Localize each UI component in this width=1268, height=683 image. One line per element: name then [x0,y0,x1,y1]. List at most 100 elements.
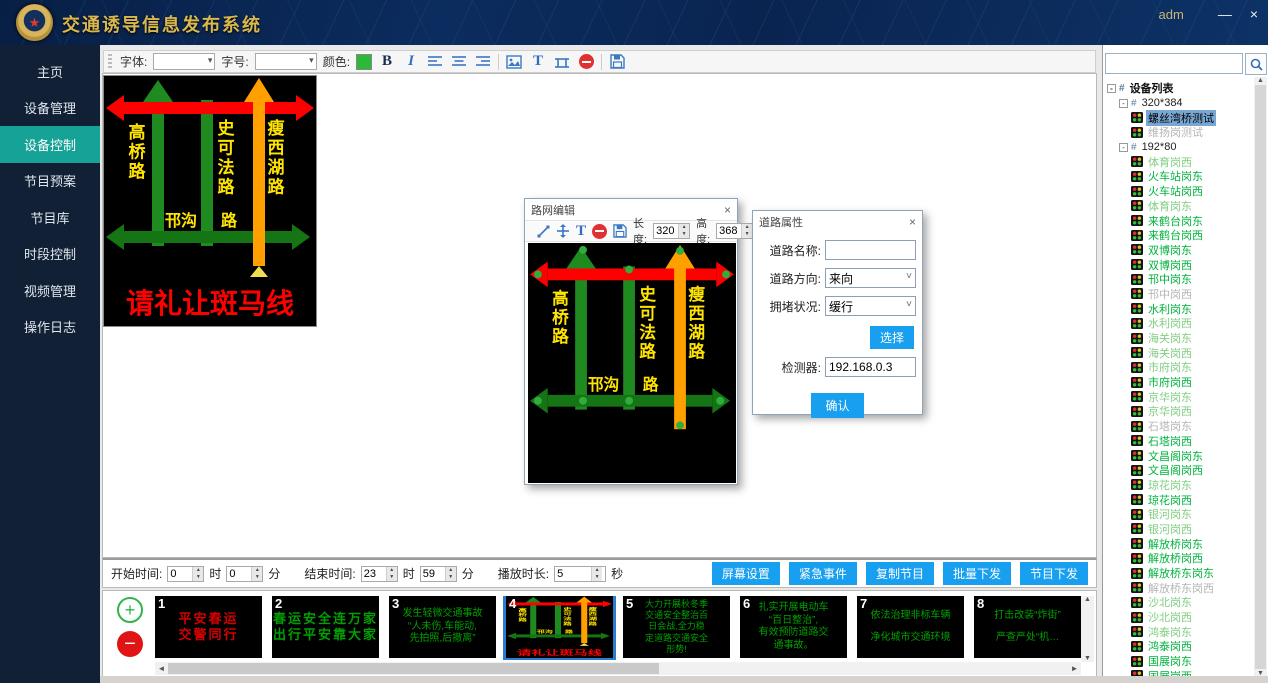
size-select[interactable] [255,53,317,70]
align-left-button[interactable] [426,53,444,71]
spin-down-icon[interactable]: ▼ [679,231,689,238]
tree-node[interactable]: - # 国展岗东 [1105,654,1255,669]
spin-up-icon[interactable]: ▲ [679,224,689,231]
end-minute-input[interactable] [421,567,445,581]
font-select[interactable] [153,53,215,70]
road-direction-select[interactable]: 来向 [825,268,916,288]
tree-node[interactable]: - # 320*384 [1105,96,1255,111]
action-button[interactable]: 复制节目 [866,562,934,585]
spin-up-icon[interactable]: ▲ [742,224,752,231]
sidebar-item[interactable]: 主页 [0,53,100,90]
dialog-title-bar[interactable]: 道路属性 × [753,211,922,232]
bold-button[interactable]: B [378,53,396,71]
length-input[interactable] [654,224,678,238]
tree-node[interactable]: - # 京华岗西 [1105,404,1255,419]
scrollbar-thumb[interactable] [1255,85,1266,669]
tree-node[interactable]: - # 体育岗东 [1105,199,1255,214]
start-hour-spinner[interactable]: ▲▼ [167,566,204,582]
tree-node[interactable]: - # 体育岗西 [1105,154,1255,169]
tree-node[interactable]: - # 火车站岗东 [1105,169,1255,184]
align-right-button[interactable] [474,53,492,71]
tree-node[interactable]: - # 市府岗西 [1105,375,1255,390]
tree-node[interactable]: - # 海关岗西 [1105,345,1255,360]
tree-node[interactable]: - # 琼花岗西 [1105,492,1255,507]
tree-scrollbar[interactable]: ▲ ▼ [1254,77,1267,677]
tree-node[interactable]: - # 文昌阁岗东 [1105,448,1255,463]
detector-input[interactable] [825,357,916,377]
sidebar-item[interactable]: 节目预案 [0,163,100,200]
spin-up-icon[interactable]: ▲ [446,567,456,574]
tree-node[interactable]: - # 火车站岗西 [1105,184,1255,199]
height-input[interactable] [717,224,741,238]
tree-node[interactable]: - # 解放桥岗西 [1105,551,1255,566]
tree-node[interactable]: - # 水利岗西 [1105,316,1255,331]
insert-text-button[interactable]: T [576,222,586,240]
confirm-button[interactable]: 确认 [811,393,863,418]
start-minute-input[interactable] [227,567,251,581]
tree-node[interactable]: - # 来鹤台岗东 [1105,213,1255,228]
sidebar-item[interactable]: 设备控制 [0,126,100,163]
spin-up-icon[interactable]: ▲ [387,567,397,574]
spin-down-icon[interactable]: ▼ [742,231,752,238]
congestion-select[interactable]: 缓行 [825,296,916,316]
start-minute-spinner[interactable]: ▲▼ [226,566,263,582]
tree-node[interactable]: - # 银河岗西 [1105,522,1255,537]
align-center-button[interactable] [450,53,468,71]
tree-node[interactable]: - # 文昌阁岗西 [1105,463,1255,478]
tree-node[interactable]: - # 邗中岗西 [1105,287,1255,302]
end-hour-input[interactable] [362,567,386,581]
tree-node[interactable]: - # 邗中岗东 [1105,272,1255,287]
program-thumbnail[interactable]: 3 发生轻微交通事故“人未伤,车能动,先拍照,后撤离” [389,596,496,658]
scroll-up-icon[interactable]: ▲ [1084,596,1091,603]
insert-image-button[interactable] [505,53,523,71]
collapse-icon[interactable]: - [1107,84,1116,93]
spin-down-icon[interactable]: ▼ [387,574,397,581]
tree-node[interactable]: - # 解放桥东岗东 [1105,566,1255,581]
tree-node[interactable]: - # 解放桥东岗西 [1105,580,1255,595]
playlist-vertical-scrollbar[interactable]: ▲ ▼ [1081,596,1094,662]
tree-node[interactable]: - # 来鹤台岗西 [1105,228,1255,243]
tree-node[interactable]: - # 双博岗西 [1105,257,1255,272]
delete-button[interactable] [592,222,607,240]
add-program-button[interactable]: + [117,597,143,623]
insert-text-button[interactable]: T [529,53,547,71]
tree-node[interactable]: - # 市府岗东 [1105,360,1255,375]
tree-node[interactable]: - # 沙北岗西 [1105,610,1255,625]
draw-cross-button[interactable] [556,222,570,240]
sidebar-item[interactable]: 节目库 [0,199,100,236]
close-icon[interactable]: × [724,203,731,217]
color-swatch[interactable] [356,54,372,70]
scroll-right-icon[interactable]: ► [1068,664,1081,673]
tree-node[interactable]: - # 海关岗东 [1105,331,1255,346]
scroll-up-icon[interactable]: ▲ [1257,77,1264,84]
spin-down-icon[interactable]: ▼ [592,574,602,581]
duration-input[interactable] [555,567,591,581]
select-button[interactable]: 选择 [870,326,914,349]
close-icon[interactable]: × [909,215,916,229]
sidebar-item[interactable]: 设备管理 [0,90,100,127]
save-button[interactable] [613,222,627,240]
road-name-input[interactable] [825,240,916,260]
toolbar-grip[interactable] [108,54,112,69]
spin-up-icon[interactable]: ▲ [193,567,203,574]
screen-preview[interactable]: 高桥路 史可法路 瘦西湖路 邗沟 路 请礼让斑马线 [104,76,316,326]
tree-node[interactable]: - # 银河岗东 [1105,507,1255,522]
program-thumbnail[interactable]: 4 [506,596,613,658]
spin-up-icon[interactable]: ▲ [252,567,262,574]
program-thumbnail[interactable]: 5 大力开展秋冬季交通安全整治百日会战,全力稳定道路交通安全形势! [623,596,730,658]
sidebar-item[interactable]: 操作日志 [0,309,100,346]
duration-spinner[interactable]: ▲▼ [554,566,606,582]
road-tool-button[interactable] [553,53,571,71]
tree-node[interactable]: - # 设备列表 [1105,81,1255,96]
scroll-down-icon[interactable]: ▼ [1084,655,1091,662]
tree-node[interactable]: - # 京华岗东 [1105,389,1255,404]
spin-down-icon[interactable]: ▼ [252,574,262,581]
search-button[interactable] [1245,53,1267,75]
collapse-icon[interactable]: - [1119,143,1128,152]
spin-down-icon[interactable]: ▼ [446,574,456,581]
end-hour-spinner[interactable]: ▲▼ [361,566,398,582]
scrollbar-thumb[interactable] [168,663,659,674]
save-button[interactable] [608,53,626,71]
spin-up-icon[interactable]: ▲ [592,567,602,574]
action-button[interactable]: 紧急事件 [789,562,857,585]
